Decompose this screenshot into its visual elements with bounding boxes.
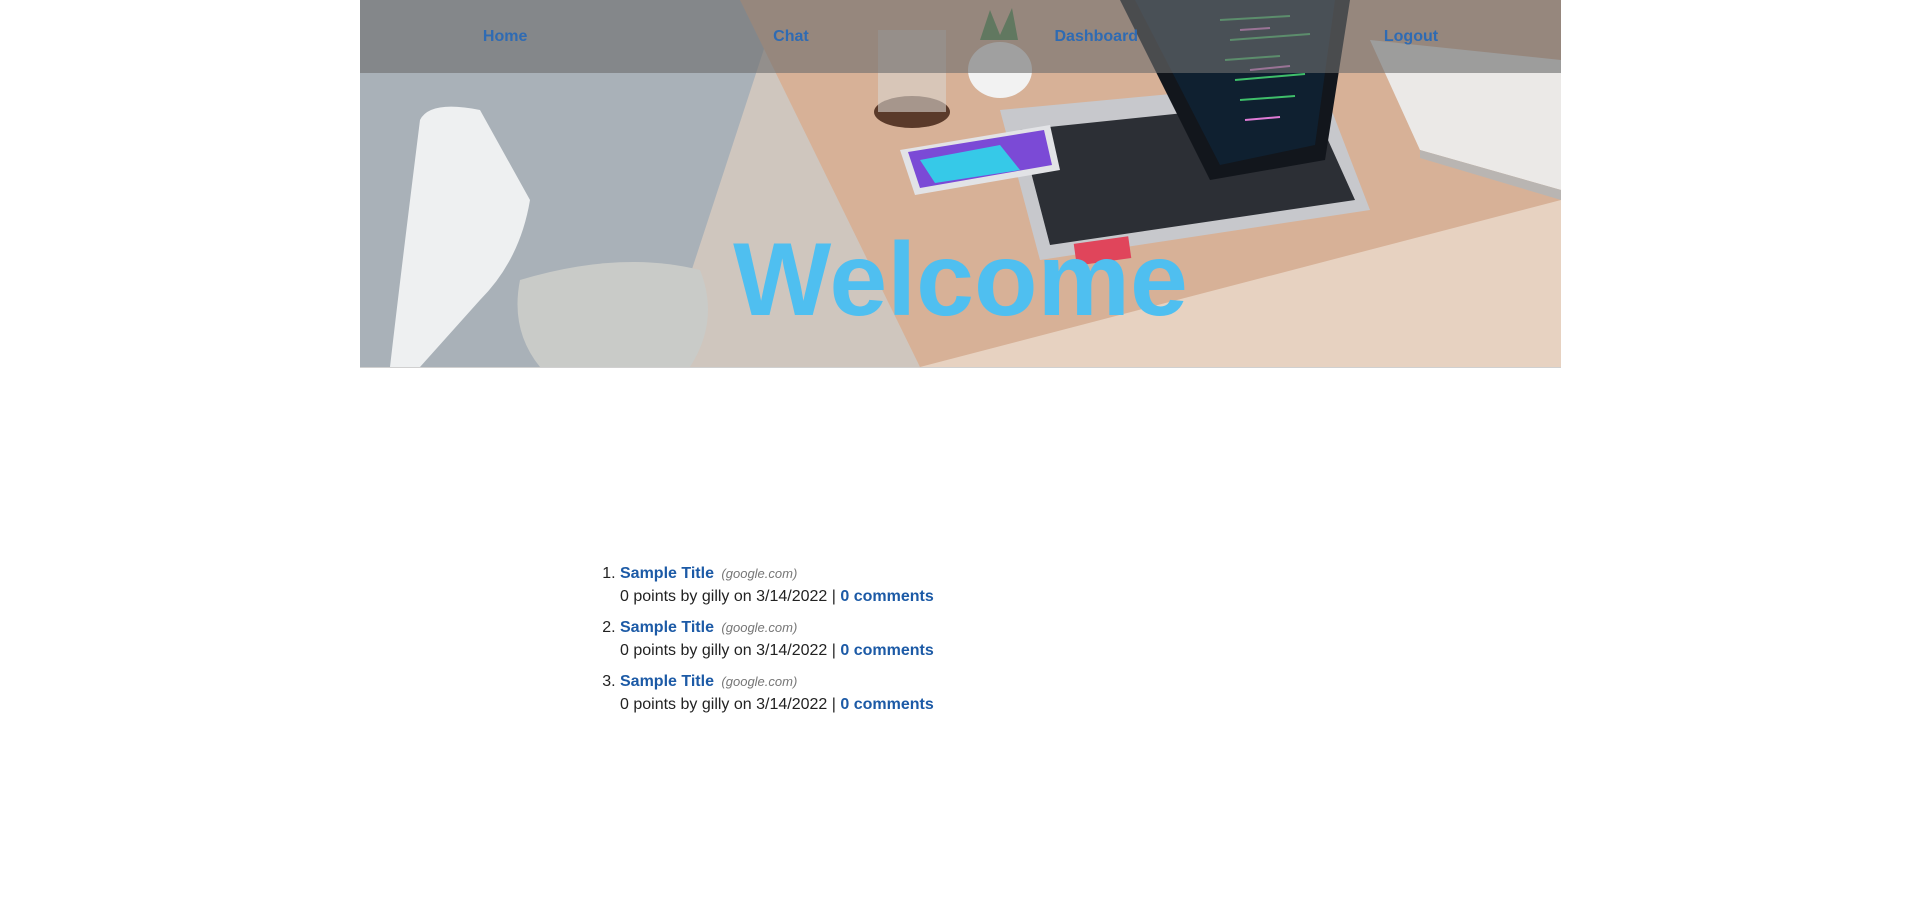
post-title-link[interactable]: Sample Title [620,673,714,690]
post-meta: 0 points by gilly on 3/14/2022 | 0 comme… [620,639,934,662]
nav-logout-link[interactable]: Logout [1384,28,1438,46]
post-points: 0 points [620,696,677,713]
post-on-label: on [733,642,752,659]
post-item: Sample Title (google.com) 0 points by gi… [620,616,934,662]
post-meta: 0 points by gilly on 3/14/2022 | 0 comme… [620,585,934,608]
page: Home Chat Dashboard Logout Welcome Sampl… [0,0,1920,919]
post-item: Sample Title (google.com) 0 points by gi… [620,670,934,716]
post-domain: (google.com) [721,674,798,689]
post-separator: | [831,696,836,713]
post-on-label: on [733,696,752,713]
post-points: 0 points [620,588,677,605]
hero-banner: Home Chat Dashboard Logout Welcome [360,0,1561,368]
post-on-label: on [733,588,752,605]
nav-dashboard-link[interactable]: Dashboard [1055,28,1139,46]
post-comments-link[interactable]: 0 comments [840,588,933,605]
welcome-heading: Welcome [733,221,1188,338]
post-domain: (google.com) [721,566,798,581]
post-title-link[interactable]: Sample Title [620,619,714,636]
post-date: 3/14/2022 [756,642,828,659]
post-meta: 0 points by gilly on 3/14/2022 | 0 comme… [620,693,934,716]
post-separator: | [831,642,836,659]
post-by-label: by [680,642,698,659]
post-list: Sample Title (google.com) 0 points by gi… [600,562,934,724]
post-separator: | [831,588,836,605]
post-date: 3/14/2022 [756,588,828,605]
nav-chat-link[interactable]: Chat [773,28,809,46]
post-title-link[interactable]: Sample Title [620,565,714,582]
post-author: gilly [701,588,730,605]
post-by-label: by [680,588,698,605]
post-date: 3/14/2022 [756,696,828,713]
post-domain: (google.com) [721,620,798,635]
nav-home-link[interactable]: Home [483,28,527,46]
post-author: gilly [701,642,730,659]
post-by-label: by [680,696,698,713]
post-comments-link[interactable]: 0 comments [840,642,933,659]
post-item: Sample Title (google.com) 0 points by gi… [620,562,934,608]
post-points: 0 points [620,642,677,659]
post-author: gilly [701,696,730,713]
top-navigation: Home Chat Dashboard Logout [360,0,1561,73]
post-comments-link[interactable]: 0 comments [840,696,933,713]
